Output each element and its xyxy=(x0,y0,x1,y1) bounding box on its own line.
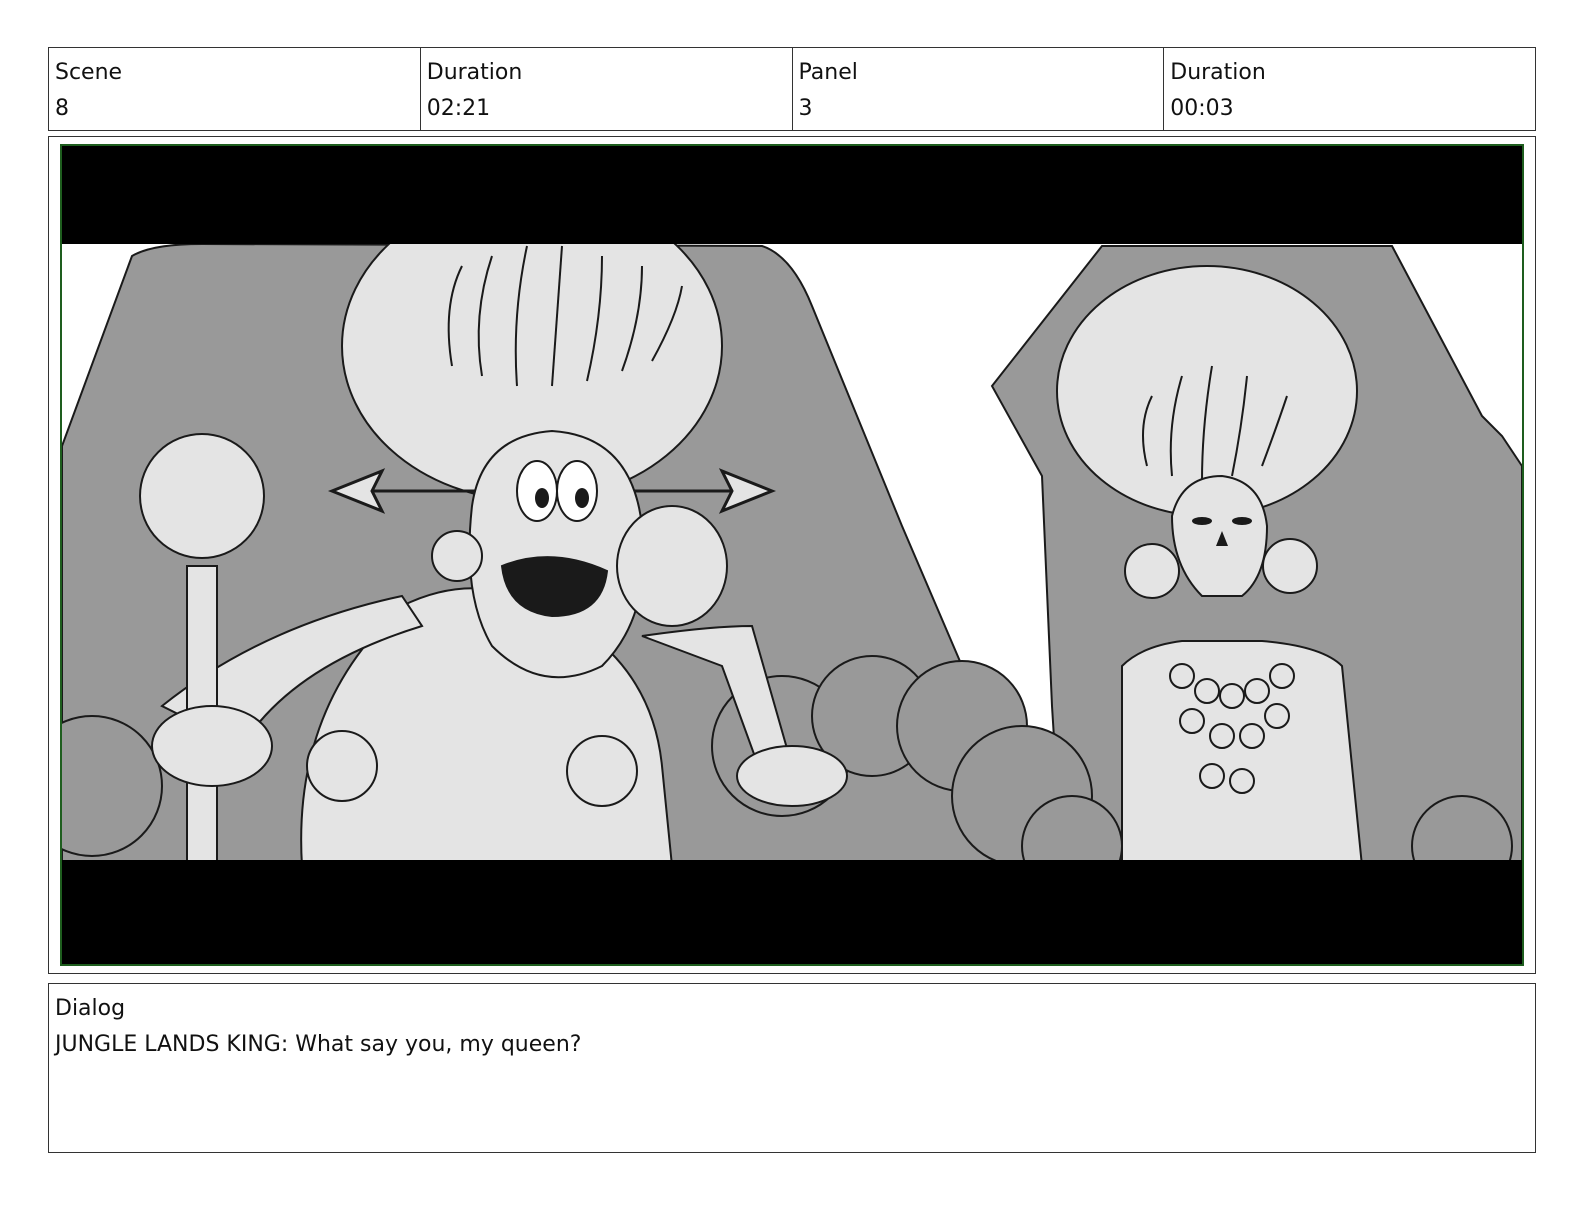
panel-label: Panel xyxy=(798,60,858,85)
panel-duration-cell: Duration 00:03 xyxy=(1164,48,1535,130)
dialog-label: Dialog xyxy=(55,996,126,1021)
panel-duration-value: 00:03 xyxy=(1170,96,1234,121)
staff-skull-orb xyxy=(139,433,265,559)
letterbox-top xyxy=(62,146,1522,244)
letterbox-bottom xyxy=(62,860,1522,964)
storyboard-sketch-image xyxy=(60,144,1524,966)
storyboard-sketch-svg xyxy=(62,146,1522,964)
king-left-hand xyxy=(151,705,273,787)
king-ear xyxy=(431,530,483,582)
scene-value: 8 xyxy=(55,96,69,121)
panel-duration-label: Duration xyxy=(1170,60,1266,85)
king-nose xyxy=(616,505,728,627)
scene-label: Scene xyxy=(55,60,123,85)
scene-duration-cell: Duration 02:21 xyxy=(421,48,793,130)
scene-duration-value: 02:21 xyxy=(426,96,491,121)
scene-duration-label: Duration xyxy=(426,60,523,85)
queen-body xyxy=(1121,640,1364,867)
dialog-text: JUNGLE LANDS KING: What say you, my quee… xyxy=(55,1032,582,1057)
scene-cell: Scene 8 xyxy=(49,48,421,130)
storyboard-panel-frame xyxy=(48,136,1536,974)
panel-value: 3 xyxy=(798,96,813,121)
panel-cell: Panel 3 xyxy=(793,48,1165,130)
scene-info-header: Scene 8 Duration 02:21 Panel 3 Duration … xyxy=(48,47,1536,131)
dialog-box: Dialog JUNGLE LANDS KING: What say you, … xyxy=(48,983,1536,1153)
king-right-hand xyxy=(736,745,848,807)
